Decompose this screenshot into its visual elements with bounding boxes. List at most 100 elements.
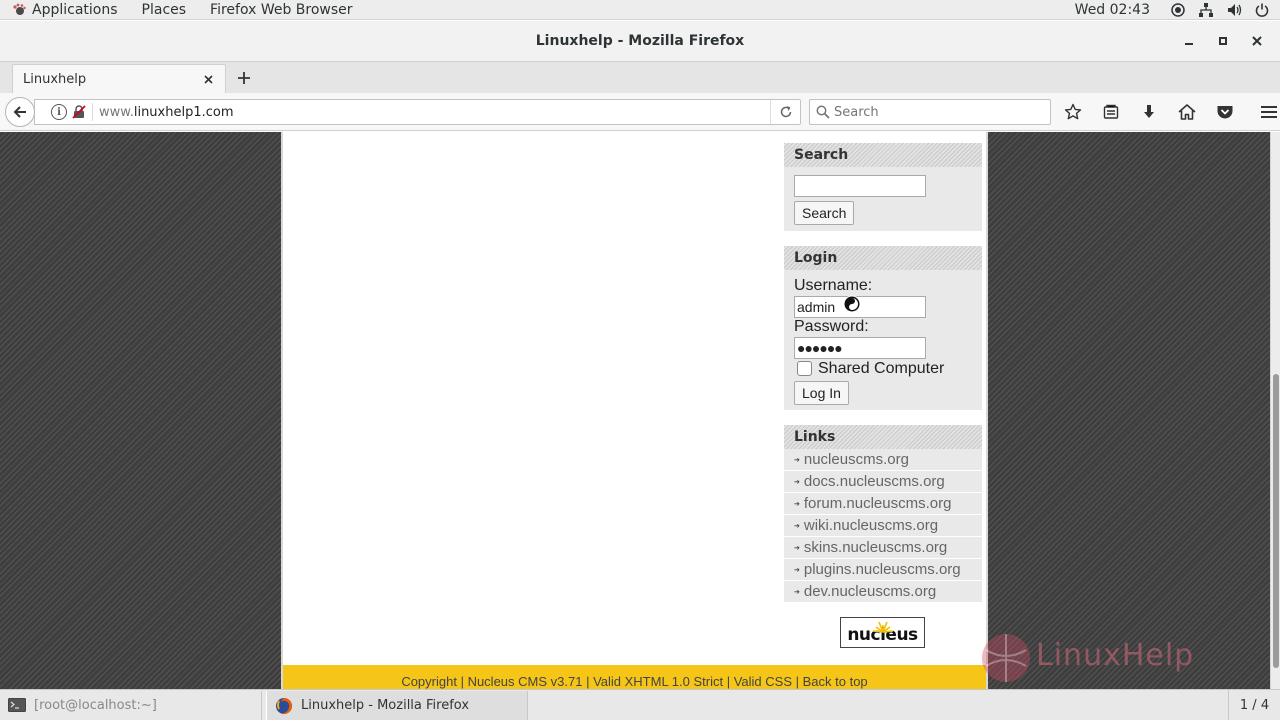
terminal-icon (8, 697, 26, 713)
active-app-menu[interactable]: Firefox Web Browser (198, 0, 365, 20)
search-heading: Search (784, 143, 982, 167)
sidebar-search-button[interactable]: Search (794, 201, 855, 225)
link-item-docs[interactable]: ➔ docs.nucleuscms.org (784, 471, 982, 493)
search-input[interactable] (834, 104, 1034, 120)
footer-copyright-link[interactable]: Copyright (401, 674, 457, 689)
password-field[interactable] (794, 337, 926, 359)
power-icon[interactable] (1254, 2, 1270, 18)
places-menu[interactable]: Places (130, 0, 199, 20)
tab-bar: Linuxhelp (0, 61, 1280, 94)
tab-close-icon[interactable] (201, 73, 215, 87)
arrow-icon: ➔ (794, 456, 800, 464)
nucleus-logo[interactable]: nucleus (840, 617, 925, 648)
taskbar-firefox-label: Linuxhelp - Mozilla Firefox (301, 697, 470, 713)
reload-button[interactable] (770, 100, 800, 124)
password-label: Password: (794, 318, 869, 335)
page-viewport[interactable]: Search Search Login Username: Password: … (0, 132, 1270, 689)
footer-xhtml-link[interactable]: Valid XHTML 1.0 Strict (593, 674, 723, 689)
close-window-button[interactable] (1240, 28, 1274, 54)
url-domain: linuxhelp1.com (133, 104, 234, 120)
back-button[interactable] (5, 97, 35, 127)
login-button[interactable]: Log In (794, 381, 849, 405)
logo-sunburst-icon (872, 621, 894, 633)
home-icon[interactable] (1172, 99, 1202, 125)
footer-nucleus-link[interactable]: Nucleus CMS v3.71 (468, 674, 583, 689)
volume-icon[interactable] (1226, 2, 1242, 18)
page-content: Search Search Login Username: Password: … (281, 132, 988, 689)
workspace-indicator[interactable]: 1 / 4 (1228, 690, 1280, 720)
url-bar[interactable]: i www.linuxhelp1.com (34, 99, 801, 125)
tab-label: Linuxhelp (23, 72, 87, 87)
shared-computer-checkbox[interactable] (797, 361, 812, 376)
bookmark-star-icon[interactable] (1058, 99, 1088, 125)
insecure-lock-icon[interactable] (72, 105, 86, 119)
link-text[interactable]: nucleuscms.org (804, 451, 909, 468)
scrollbar-thumb[interactable] (1273, 374, 1279, 668)
shared-computer-label[interactable]: Shared Computer (818, 360, 944, 378)
login-box: Login Username: Password: Shared Compute… (784, 246, 982, 410)
active-app-label: Firefox Web Browser (210, 1, 353, 18)
link-text[interactable]: wiki.nucleuscms.org (804, 517, 938, 534)
link-text[interactable]: dev.nucleuscms.org (804, 583, 936, 600)
places-label: Places (141, 1, 187, 18)
page-footer: Copyright | Nucleus CMS v3.71 | Valid XH… (283, 665, 986, 689)
link-text[interactable]: docs.nucleuscms.org (804, 473, 945, 490)
applications-label: Applications (32, 1, 118, 18)
link-item-plugins[interactable]: ➔ plugins.nucleuscms.org (784, 559, 982, 581)
link-item-skins[interactable]: ➔ skins.nucleuscms.org (784, 537, 982, 559)
links-box: Links ➔ nucleuscms.org ➔ docs.nucleuscms.o… (784, 425, 982, 603)
window-titlebar: Linuxhelp - Mozilla Firefox (0, 21, 1280, 61)
hamburger-menu-icon[interactable] (1254, 99, 1280, 125)
minimize-button[interactable] (1172, 28, 1206, 54)
toolbar-icons (1058, 99, 1280, 125)
link-text[interactable]: plugins.nucleuscms.org (804, 561, 961, 578)
new-tab-button[interactable] (232, 66, 256, 90)
page-scrollbar[interactable] (1270, 132, 1280, 689)
gnome-top-bar: Applications Places Firefox Web Browser … (0, 0, 1280, 20)
busy-cursor-icon (843, 295, 861, 313)
taskbar-terminal-label: [root@localhost:~] (34, 697, 157, 713)
link-item-dev[interactable]: ➔ dev.nucleuscms.org (784, 581, 982, 603)
linuxhelp-watermark: LinuxHelp (976, 630, 1236, 686)
screen-record-icon[interactable] (1170, 2, 1186, 18)
login-heading: Login (784, 246, 982, 270)
link-item-wiki[interactable]: ➔ wiki.nucleuscms.org (784, 515, 982, 537)
watermark-text: LinuxHelp (1036, 638, 1195, 673)
sidebar: Search Search Login Username: Password: … (783, 132, 983, 662)
link-item-nucleuscms[interactable]: ➔ nucleuscms.org (784, 449, 982, 471)
downloads-icon[interactable] (1134, 99, 1164, 125)
search-icon (816, 105, 830, 119)
footer-css-link[interactable]: Valid CSS (734, 674, 792, 689)
arrow-icon: ➔ (794, 588, 800, 596)
arrow-icon: ➔ (794, 478, 800, 486)
search-bar[interactable] (809, 99, 1051, 125)
arrow-icon: ➔ (794, 544, 800, 552)
taskbar-terminal[interactable]: [root@localhost:~] (0, 690, 262, 720)
watermark-globe-icon (982, 634, 1030, 682)
taskbar-firefox[interactable]: Linuxhelp - Mozilla Firefox (266, 690, 528, 720)
links-heading: Links (784, 425, 982, 449)
link-item-forum[interactable]: ➔ forum.nucleuscms.org (784, 493, 982, 515)
search-box: Search Search (784, 143, 982, 231)
username-label: Username: (794, 277, 873, 294)
applications-menu[interactable]: Applications (0, 0, 130, 20)
sidebar-search-input[interactable] (794, 175, 926, 197)
window-list-taskbar: [root@localhost:~] Linuxhelp - Mozilla F… (0, 689, 1280, 720)
firefox-icon (275, 697, 293, 715)
site-info-icon[interactable]: i (51, 104, 67, 120)
link-text[interactable]: forum.nucleuscms.org (804, 495, 952, 512)
url-prefix: www. (99, 104, 134, 120)
footer-top-link[interactable]: Back to top (803, 674, 868, 689)
link-text[interactable]: skins.nucleuscms.org (804, 539, 947, 556)
arrow-icon: ➔ (794, 500, 800, 508)
pocket-icon[interactable] (1210, 99, 1240, 125)
url-text[interactable]: www.linuxhelp1.com (99, 105, 770, 120)
network-icon[interactable] (1198, 2, 1214, 18)
window-title: Linuxhelp - Mozilla Firefox (535, 33, 745, 49)
arrow-icon: ➔ (794, 522, 800, 530)
clock[interactable]: Wed 02:43 (1061, 2, 1164, 18)
maximize-button[interactable] (1206, 28, 1240, 54)
bookmarks-menu-icon[interactable] (1096, 99, 1126, 125)
tab-linuxhelp[interactable]: Linuxhelp (12, 64, 226, 94)
navigation-toolbar: i www.linuxhelp1.com (0, 93, 1280, 131)
